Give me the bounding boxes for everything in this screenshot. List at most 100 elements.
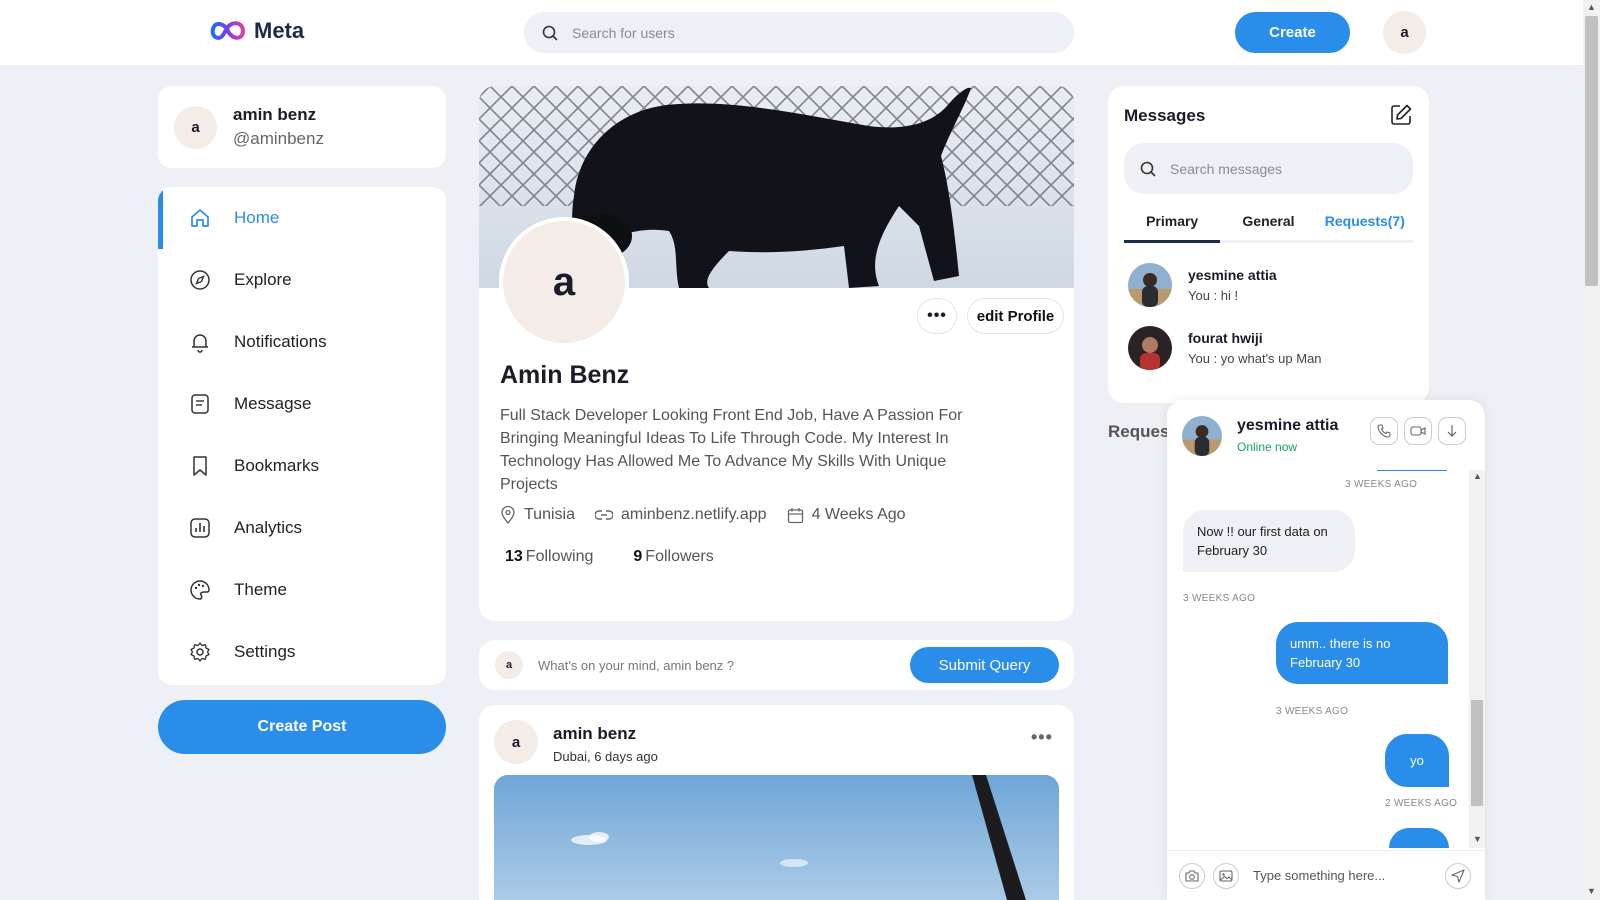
video-camera-icon xyxy=(1410,426,1426,436)
sidebar-item-theme[interactable]: Theme xyxy=(158,559,446,621)
palette-icon xyxy=(188,578,212,602)
minimize-chat-button[interactable] xyxy=(1438,417,1466,445)
page-scrollbar[interactable]: ▲ ▼ xyxy=(1583,0,1600,900)
edit-profile-button[interactable]: edit Profile xyxy=(967,298,1064,334)
post-input[interactable] xyxy=(538,657,898,673)
sidebar-item-label: Notifications xyxy=(234,332,327,351)
sidebar-item-messages[interactable]: Messagse xyxy=(158,373,446,435)
user-avatar[interactable]: a xyxy=(1383,11,1426,54)
sidebar-item-home[interactable]: Home xyxy=(158,187,446,249)
message-search-input[interactable] xyxy=(1170,160,1390,177)
location-pin-icon xyxy=(501,506,515,524)
message-tabs: Primary General Requests(7) xyxy=(1124,205,1413,243)
chat-scrollbar[interactable]: ▲ ▼ xyxy=(1469,470,1485,848)
sidebar-item-label: Analytics xyxy=(234,518,303,537)
sidebar-item-label: Explore xyxy=(234,270,292,289)
scroll-up-arrow-icon[interactable]: ▲ xyxy=(1587,2,1596,12)
online-status: Online now xyxy=(1237,440,1298,454)
page-scrollbar-thumb[interactable] xyxy=(1585,16,1598,286)
chat-scrollbar-thumb[interactable] xyxy=(1471,700,1483,806)
create-button[interactable]: Create xyxy=(1235,12,1350,53)
phone-icon xyxy=(1377,424,1391,438)
chat-input-bar xyxy=(1167,850,1485,900)
message-timestamp: 3 WEEKS AGO xyxy=(1345,479,1418,490)
chat-actions xyxy=(1370,417,1466,445)
profile-name: amin benz xyxy=(233,105,317,124)
camera-icon xyxy=(1185,869,1199,882)
sidebar-item-analytics[interactable]: Analytics xyxy=(158,497,446,559)
send-button[interactable] xyxy=(1445,862,1471,889)
post-options-button[interactable]: ••• xyxy=(1031,727,1053,748)
message-icon xyxy=(188,392,212,416)
more-options-button[interactable]: ••• xyxy=(917,298,957,334)
chat-window: yesmine attia Online now 3 WEEKS AGO Now… xyxy=(1167,400,1485,900)
profile-handle: @aminbenz xyxy=(233,129,324,148)
message-timestamp: 3 WEEKS AGO xyxy=(1276,706,1349,717)
post-image[interactable] xyxy=(494,775,1059,900)
chat-messages: 3 WEEKS AGO Now !! our first data on Feb… xyxy=(1167,470,1467,848)
requests-heading: Reques xyxy=(1108,422,1170,441)
create-post-button[interactable]: Create Post xyxy=(158,700,446,754)
following-label: Following xyxy=(525,548,594,565)
image-button[interactable] xyxy=(1213,862,1239,889)
following-stat[interactable]: 13 Following xyxy=(505,548,593,566)
scroll-down-arrow-icon[interactable]: ▼ xyxy=(1587,886,1596,896)
user-search-bar[interactable] xyxy=(524,12,1074,53)
video-call-button[interactable] xyxy=(1404,417,1432,445)
profile-meta: Tunisia aminbenz.netlify.app 4 Weeks Ago xyxy=(500,506,906,524)
outgoing-message: yo xyxy=(1385,734,1449,787)
profile-summary-card[interactable]: a amin benz @aminbenz xyxy=(158,86,446,168)
following-count: 13 xyxy=(505,548,523,565)
compose-message-icon[interactable] xyxy=(1389,103,1413,127)
logo-text: Meta xyxy=(254,18,305,43)
sidebar-item-notifications[interactable]: Notifications xyxy=(158,311,446,373)
arrow-down-icon xyxy=(1447,425,1457,437)
bell-icon xyxy=(188,330,212,354)
chat-scroll-up-icon[interactable]: ▲ xyxy=(1473,471,1482,481)
post-author[interactable]: amin benz xyxy=(553,724,636,744)
sidebar-item-explore[interactable]: Explore xyxy=(158,249,446,311)
outgoing-message-partial xyxy=(1389,828,1449,848)
avatar[interactable]: a xyxy=(494,720,538,764)
incoming-message: Now !! our first data on February 30 xyxy=(1183,510,1355,572)
conversation-item[interactable]: fourat hwiji You : yo what's up Man xyxy=(1128,326,1322,370)
website-item[interactable]: aminbenz.netlify.app xyxy=(594,506,767,524)
user-search-input[interactable] xyxy=(572,24,972,41)
conversation-name: yesmine attia xyxy=(1188,267,1277,283)
joined-text: 4 Weeks Ago xyxy=(811,506,906,523)
infinity-icon xyxy=(210,21,246,40)
avatar[interactable] xyxy=(1182,416,1222,456)
camera-button[interactable] xyxy=(1179,862,1205,889)
phone-call-button[interactable] xyxy=(1370,417,1398,445)
outgoing-message: umm.. there is no February 30 xyxy=(1276,622,1448,684)
profile-full-name: Amin Benz xyxy=(500,361,630,389)
avatar: a xyxy=(174,105,217,149)
calendar-icon xyxy=(787,507,803,523)
sidebar-item-bookmarks[interactable]: Bookmarks xyxy=(158,435,446,497)
feed-post: a amin benz Dubai, 6 days ago ••• xyxy=(479,705,1074,900)
post-composer: a Submit Query xyxy=(479,640,1074,690)
tab-requests[interactable]: Requests(7) xyxy=(1317,205,1413,240)
gear-icon xyxy=(188,640,212,664)
conversation-item[interactable]: yesmine attia You : hi ! xyxy=(1128,263,1277,307)
meta-logo[interactable]: Meta xyxy=(209,18,304,44)
chat-message-input[interactable] xyxy=(1253,868,1433,883)
website-link[interactable]: aminbenz.netlify.app xyxy=(621,506,767,524)
sidebar-nav: Home Explore Notifications Messagse Book… xyxy=(158,187,446,685)
tab-general[interactable]: General xyxy=(1220,205,1316,240)
sidebar-item-settings[interactable]: Settings xyxy=(158,621,446,683)
submit-query-button[interactable]: Submit Query xyxy=(910,647,1059,683)
location-text: Tunisia xyxy=(524,506,575,523)
message-search-bar[interactable] xyxy=(1124,143,1413,194)
sidebar-item-label: Settings xyxy=(234,642,296,661)
previous-bubble-edge xyxy=(1377,470,1447,471)
search-icon xyxy=(542,25,558,41)
avatar xyxy=(1128,263,1172,307)
avatar: a xyxy=(495,651,523,679)
home-icon xyxy=(188,206,212,230)
followers-stat[interactable]: 9 Followers xyxy=(633,548,713,566)
profile-avatar[interactable]: a xyxy=(499,217,629,347)
bookmark-icon xyxy=(188,454,212,478)
chat-scroll-down-icon[interactable]: ▼ xyxy=(1473,834,1482,844)
tab-primary[interactable]: Primary xyxy=(1124,205,1221,243)
